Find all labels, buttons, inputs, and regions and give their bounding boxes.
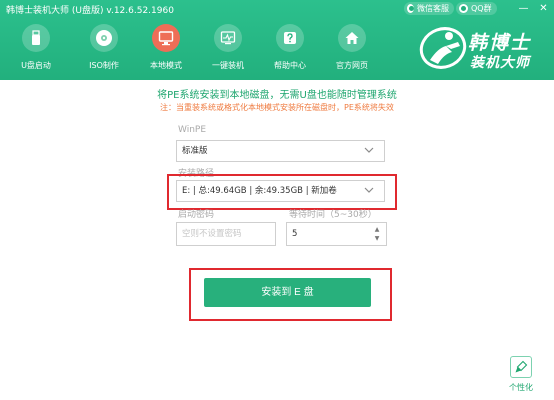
personalize-label: 个性化 bbox=[509, 383, 533, 392]
title-bar: 韩博士装机大师 (U盘版) v.12.6.52.1960 微信客服 QQ群 — … bbox=[0, 0, 554, 18]
boot-password-placeholder: 空则不设置密码 bbox=[182, 229, 242, 239]
tab-one-click-install[interactable]: 一键装机 bbox=[198, 24, 258, 74]
boot-password-label: 启动密码 bbox=[178, 210, 215, 220]
minimize-button[interactable]: — bbox=[518, 3, 529, 14]
install-screen-icon bbox=[214, 24, 242, 52]
personalize-button[interactable]: 个性化 bbox=[504, 356, 538, 396]
tab-one-click-install-label: 一键装机 bbox=[212, 61, 244, 70]
usb-drive-icon bbox=[22, 24, 50, 52]
page-title: 将PE系统安装到本地磁盘，无需U盘也能随时管理系统 bbox=[157, 90, 397, 101]
qq-group-label: QQ群 bbox=[471, 4, 492, 13]
tab-local-mode[interactable]: 本地模式 bbox=[136, 24, 196, 74]
tab-iso-make[interactable]: ISO制作 bbox=[74, 24, 134, 74]
decrement-icon[interactable]: ▼ bbox=[373, 236, 381, 242]
qq-group-button[interactable]: QQ群 bbox=[456, 2, 497, 15]
app-header: 韩博士装机大师 (U盘版) v.12.6.52.1960 微信客服 QQ群 — … bbox=[0, 0, 554, 80]
chevron-down-icon bbox=[364, 147, 374, 153]
wait-time-value: 5 bbox=[292, 229, 298, 239]
help-icon bbox=[276, 24, 304, 52]
tab-official-site[interactable]: 官方网页 bbox=[322, 24, 382, 74]
winpe-label: WinPE bbox=[178, 125, 207, 135]
disc-icon bbox=[90, 24, 118, 52]
app-title: 韩博士装机大师 (U盘版) v.12.6.52.1960 bbox=[6, 6, 174, 16]
wait-time-label: 等待时间（5~30秒） bbox=[289, 210, 377, 220]
paint-brush-icon bbox=[510, 356, 532, 378]
boot-password-input[interactable]: 空则不设置密码 bbox=[176, 222, 276, 246]
warning-note: 注：当重装系统或格式化本地模式安装所在磁盘时，PE系统将失效 bbox=[160, 103, 394, 112]
brand-mark-icon bbox=[419, 27, 467, 69]
install-path-highlight-frame bbox=[167, 174, 397, 210]
tab-usb-boot[interactable]: U盘启动 bbox=[6, 24, 66, 74]
brand-name: 韩博士 bbox=[468, 32, 532, 54]
close-button[interactable]: ✕ bbox=[538, 3, 549, 14]
wait-time-stepper[interactable]: 5 ▲ ▼ bbox=[286, 222, 387, 246]
brand-subtitle: 装机大师 bbox=[470, 55, 530, 71]
tab-local-mode-label: 本地模式 bbox=[150, 61, 182, 70]
install-button-highlight-frame bbox=[189, 268, 392, 321]
qq-icon bbox=[459, 4, 468, 13]
tab-usb-boot-label: U盘启动 bbox=[21, 61, 51, 70]
wechat-support-label: 微信客服 bbox=[417, 4, 449, 13]
tab-help-center-label: 帮助中心 bbox=[274, 61, 306, 70]
increment-icon[interactable]: ▲ bbox=[373, 227, 381, 233]
wechat-icon bbox=[407, 4, 414, 13]
tab-iso-make-label: ISO制作 bbox=[89, 61, 119, 70]
winpe-select[interactable]: 标准版 bbox=[176, 140, 385, 162]
monitor-icon bbox=[152, 24, 180, 52]
tab-official-site-label: 官方网页 bbox=[336, 61, 368, 70]
home-icon bbox=[338, 24, 366, 52]
brand-logo: 韩博士 装机大师 bbox=[418, 22, 550, 74]
wechat-support-button[interactable]: 微信客服 bbox=[404, 2, 454, 15]
tab-help-center[interactable]: 帮助中心 bbox=[260, 24, 320, 74]
winpe-select-value: 标准版 bbox=[182, 146, 208, 156]
